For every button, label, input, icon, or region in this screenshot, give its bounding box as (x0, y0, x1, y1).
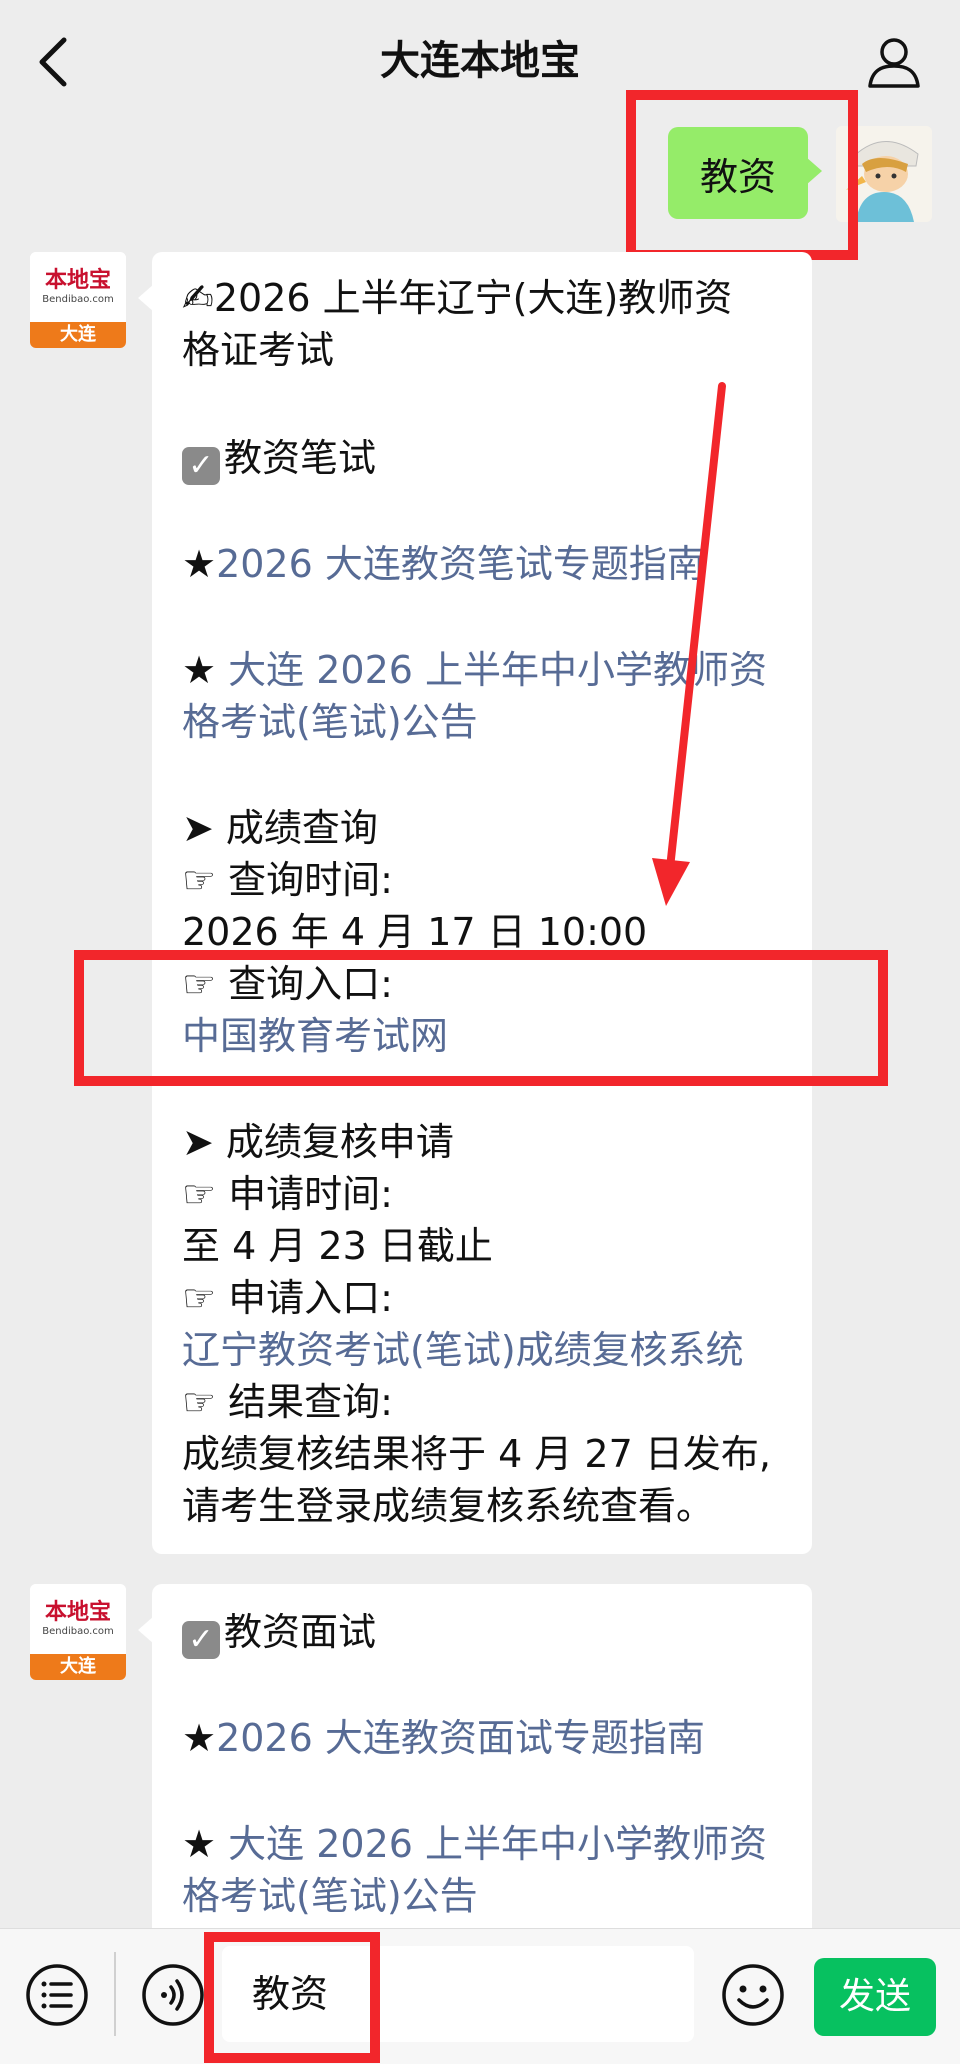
guide-interview-item: ★2026 大连教资面试专题指南 (182, 1716, 705, 1760)
voice-icon[interactable] (140, 1962, 206, 2028)
input-bar-divider (114, 1952, 116, 2036)
notice-interview-link-cont[interactable]: 格考试(笔试)公告 (182, 1870, 478, 1922)
bot-logo-text: 本地宝 (44, 267, 111, 293)
emoji-icon[interactable] (720, 1962, 786, 2028)
guide-written-item: ★2026 大连教资笔试专题指南 (182, 542, 705, 586)
highlight-box-query-entry (74, 950, 888, 1086)
section-written-exam: ✓ 教资笔试 (182, 432, 376, 485)
menu-icon[interactable] (24, 1962, 90, 2028)
send-button[interactable]: 发送 (814, 1958, 936, 2036)
bot-logo-subtext: Bendibao.com (42, 1626, 114, 1637)
score-query-heading: ➤ 成绩查询 (182, 806, 378, 850)
apply-time-value: 至 4 月 23 日截止 (182, 1224, 493, 1268)
guide-written-link[interactable]: 2026 大连教资笔试专题指南 (216, 542, 705, 586)
bot-logo-text: 本地宝 (44, 1599, 111, 1625)
notice-written-item: ★ 大连 2026 上半年中小学教师资 (182, 648, 768, 692)
apply-entry-link[interactable]: 辽宁教资考试(笔试)成绩复核系统 (182, 1324, 744, 1376)
notice-written-link-cont[interactable]: 格考试(笔试)公告 (182, 696, 478, 748)
query-time-label: ☞ 查询时间: (182, 858, 393, 902)
bot-logo-city: 大连 (30, 1654, 126, 1680)
chat-title: 大连本地宝 (380, 38, 580, 84)
bot-message-bubble-1: ✍2026 上半年辽宁(大连)教师资 格证考试 ✓ 教资笔试 ★2026 大连教资… (138, 252, 812, 1554)
check-icon: ✓ (182, 447, 220, 485)
bot-avatar[interactable]: 本地宝 Bendibao.com 大连 (30, 252, 126, 348)
bot-avatar-2[interactable]: 本地宝 Bendibao.com 大连 (30, 1584, 126, 1680)
notice-written-link[interactable]: 大连 2026 上半年中小学教师资 (228, 648, 767, 692)
message-title-line1: ✍2026 上半年辽宁(大连)教师资 (182, 276, 733, 320)
result-label: ☞ 结果查询: (182, 1380, 393, 1424)
guide-interview-link[interactable]: 2026 大连教资面试专题指南 (216, 1716, 705, 1760)
result-line1: 成绩复核结果将于 4 月 27 日发布, (182, 1432, 771, 1476)
bot-logo-subtext: Bendibao.com (42, 294, 114, 305)
user-icon[interactable] (866, 34, 922, 90)
notice-interview-link[interactable]: 大连 2026 上半年中小学教师资 (228, 1822, 767, 1866)
bot-message-bubble-2: ✓ 教资面试 ★2026 大连教资面试专题指南 ★ 大连 2026 上半年中小学教… (138, 1584, 812, 1944)
section-interview: ✓ 教资面试 (182, 1606, 376, 1659)
highlight-box-input (204, 1932, 380, 2063)
review-heading: ➤ 成绩复核申请 (182, 1120, 454, 1164)
highlight-box-self-message (626, 90, 858, 260)
notice-interview-item: ★ 大连 2026 上半年中小学教师资 (182, 1822, 768, 1866)
bot-logo-city: 大连 (30, 322, 126, 348)
check-icon: ✓ (182, 1621, 220, 1659)
apply-time-label: ☞ 申请时间: (182, 1172, 393, 1216)
result-line2: 请考生登录成绩复核系统查看。 (182, 1484, 715, 1528)
apply-entry-label: ☞ 申请入口: (182, 1276, 393, 1320)
message-title-line2: 格证考试 (182, 328, 335, 372)
